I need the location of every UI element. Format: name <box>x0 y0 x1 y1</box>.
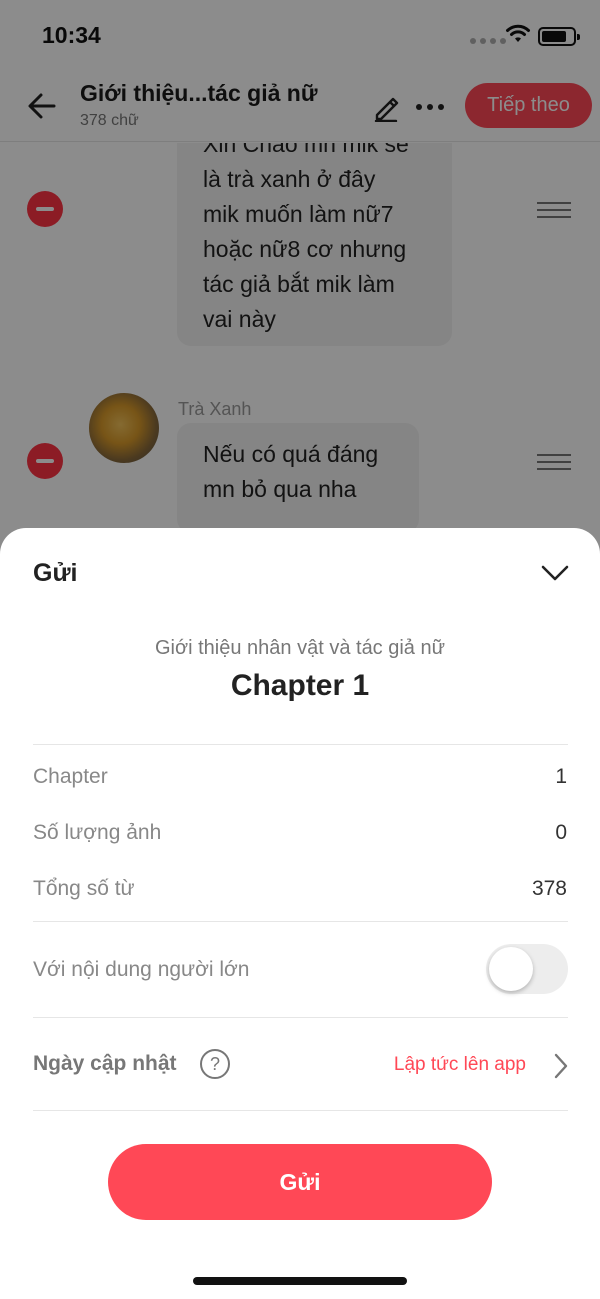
update-date-value[interactable]: Lập tức lên app <box>394 1054 526 1076</box>
divider <box>33 921 568 922</box>
home-indicator[interactable] <box>193 1277 407 1285</box>
toggle-knob <box>489 947 533 991</box>
publish-sheet: Gửi Giới thiệu nhân vật và tác giả nữ Ch… <box>0 528 600 1299</box>
word-total-value: 378 <box>531 877 567 900</box>
chevron-right-icon[interactable] <box>552 1052 570 1080</box>
divider <box>33 744 568 745</box>
chapter-label: Chapter <box>33 765 108 788</box>
update-date-label: Ngày cập nhật <box>33 1052 177 1075</box>
chapter-title: Chapter 1 <box>230 669 370 702</box>
question-circle-icon[interactable]: ? <box>200 1049 230 1079</box>
image-count-label: Số lượng ảnh <box>33 821 162 844</box>
divider <box>33 1017 568 1018</box>
image-count-value: 0 <box>555 821 567 844</box>
chapter-value: 1 <box>555 765 567 788</box>
adult-content-label: Với nội dung người lớn <box>33 958 250 981</box>
story-title: Giới thiệu nhân vật và tác giả nữ <box>155 637 445 659</box>
chevron-down-icon[interactable] <box>540 563 570 583</box>
word-total-label: Tổng số từ <box>33 877 135 900</box>
send-button[interactable]: Gửi <box>108 1144 492 1220</box>
adult-content-toggle[interactable] <box>486 944 568 994</box>
sheet-title: Gửi <box>33 559 78 587</box>
divider <box>33 1110 568 1111</box>
